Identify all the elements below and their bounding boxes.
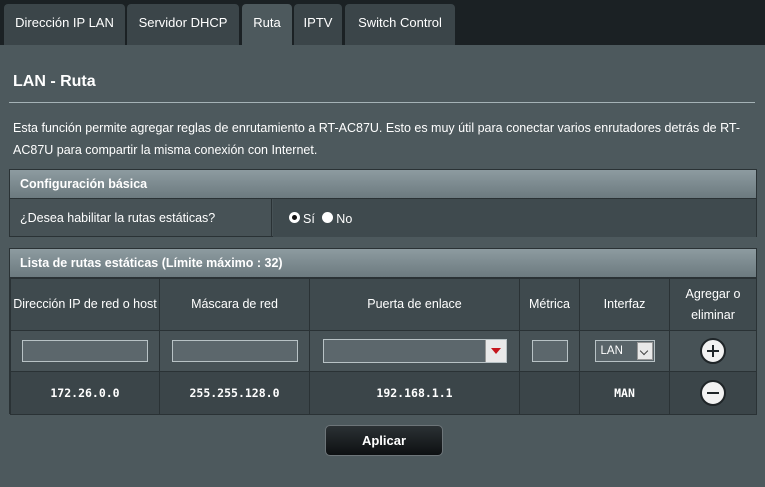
metric-input[interactable] [531,340,568,362]
col-gateway: Puerta de enlace [309,278,520,331]
interface-select[interactable]: LAN [594,340,655,362]
chevron-down-icon[interactable] [636,342,653,360]
network-ip-input[interactable] [22,340,148,362]
tab-switch-control[interactable]: Switch Control [345,4,455,45]
radio-no[interactable] [322,211,334,223]
enable-static-routes-label: ¿Desea habilitar la rutas estáticas? [10,199,272,237]
add-icon[interactable] [700,338,726,364]
remove-icon[interactable] [700,380,726,406]
static-routes-table: Dirección IP de red o host Máscara de re… [10,278,757,415]
apply-button[interactable]: Aplicar [325,425,443,456]
enable-static-routes-row: ¿Desea habilitar la rutas estáticas? Sí … [10,199,756,237]
radio-yes[interactable] [289,211,300,223]
row-metric [519,371,580,415]
tab-bar: Dirección IP LAN Servidor DHCP Ruta IPTV… [0,0,765,45]
tab-dhcp-server[interactable]: Servidor DHCP [127,4,239,45]
enable-static-routes-options: Sí No [273,199,756,237]
page-title: LAN - Ruta [13,73,96,90]
new-network-cell [10,330,160,372]
radio-yes-label[interactable]: Sí [303,212,315,226]
page-description: Esta función permite agregar reglas de e… [13,121,740,157]
static-routes-header: Lista de rutas estáticas (Límite máximo … [10,249,756,278]
title-divider [9,102,755,103]
row-interface: MAN [579,371,670,415]
row-gateway: 192.168.1.1 [309,371,520,415]
interface-select-value: LAN [600,345,623,357]
new-netmask-cell [159,330,310,372]
static-routes-section: Lista de rutas estáticas (Límite máximo … [9,248,757,415]
tab-iptv[interactable]: IPTV [294,4,342,45]
col-netmask: Máscara de red [159,278,310,331]
new-gateway-cell [309,330,520,372]
row-netmask: 255.255.128.0 [159,371,310,415]
col-network-ip: Dirección IP de red o host [10,278,160,331]
table-row: 172.26.0.0 255.255.128.0 192.168.1.1 MAN [10,371,757,415]
radio-no-label[interactable]: No [336,212,352,226]
main-panel: LAN - Ruta Esta función permite agregar … [0,45,765,487]
tab-lan-ip[interactable]: Dirección IP LAN [4,4,125,45]
new-metric-cell [519,330,580,372]
basic-config-section: Configuración básica ¿Desea habilitar la… [9,169,757,237]
new-add-cell [669,330,757,372]
gateway-input[interactable] [322,339,507,363]
row-remove-cell [669,371,757,415]
tab-route[interactable]: Ruta [242,4,292,45]
col-add-remove: Agregar o eliminar [669,278,757,331]
col-interface: Interfaz [579,278,670,331]
col-metric: Métrica [519,278,580,331]
new-route-row: LAN [10,330,757,372]
row-network: 172.26.0.0 [10,371,160,415]
new-interface-cell: LAN [579,330,670,372]
table-header-row: Dirección IP de red o host Máscara de re… [10,278,757,331]
netmask-input[interactable] [171,340,298,362]
basic-config-header: Configuración básica [10,170,756,199]
dropdown-arrow-icon[interactable] [484,340,506,362]
